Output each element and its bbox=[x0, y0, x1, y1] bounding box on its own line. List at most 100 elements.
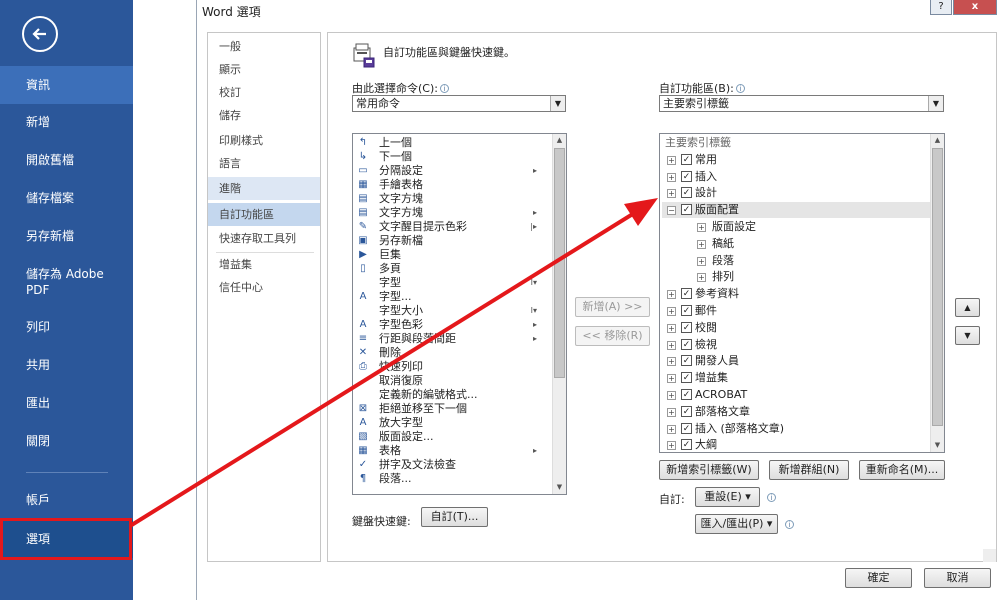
command-item[interactable]: ▤ 文字方塊 ▸ bbox=[355, 206, 551, 220]
command-item[interactable]: ▧ 版面設定... bbox=[355, 430, 551, 444]
help-button[interactable]: ? bbox=[930, 0, 952, 15]
ribbon-tree-item[interactable]: + ✓ 常用 bbox=[662, 152, 930, 168]
nav-item-general[interactable]: 一般 bbox=[208, 35, 320, 58]
nav-item-typography[interactable]: 印刷樣式 bbox=[208, 129, 320, 152]
backstage-item-open[interactable]: 開啟舊檔 bbox=[0, 152, 133, 168]
command-item[interactable]: ▤ 文字方塊 bbox=[355, 192, 551, 206]
command-item[interactable]: A 字型色彩 ▸ bbox=[355, 318, 551, 332]
ok-button[interactable]: 確定 bbox=[845, 568, 912, 588]
command-item[interactable]: ▯ 多頁 bbox=[355, 262, 551, 276]
expand-icon[interactable]: + bbox=[697, 273, 706, 283]
command-item[interactable]: ▦ 表格 ▸ bbox=[355, 444, 551, 458]
command-item[interactable]: 字型大小 I▾ bbox=[355, 304, 551, 318]
nav-item-display[interactable]: 顯示 bbox=[208, 58, 320, 81]
ribbon-tree-scrollbar[interactable]: ▲ ▼ bbox=[930, 134, 944, 452]
nav-item-save[interactable]: 儲存 bbox=[208, 104, 320, 127]
expand-icon[interactable]: + bbox=[667, 374, 676, 384]
back-button[interactable] bbox=[22, 16, 58, 52]
backstage-item-save-pdf[interactable]: 儲存為 Adobe PDF bbox=[0, 266, 120, 298]
expand-icon[interactable]: + bbox=[667, 441, 676, 451]
tab-checkbox[interactable]: ✓ bbox=[681, 355, 692, 367]
expand-icon[interactable]: + bbox=[667, 357, 676, 367]
tab-checkbox[interactable]: ✓ bbox=[681, 422, 692, 434]
scroll-up-icon[interactable]: ▲ bbox=[553, 134, 566, 147]
commands-listbox[interactable]: ▲ ▼ ↰ 上一個 ↳ 下一個 ▭ 分隔設定 ▸ ▦ 手繪表格 ▤ 文字方塊 ▤ 文字方塊 ▸ ✎ 文字醒目提… bbox=[352, 133, 567, 495]
scroll-down-icon[interactable]: ▼ bbox=[553, 481, 566, 494]
add-button[interactable]: 新增(A) >> bbox=[575, 297, 650, 317]
tab-checkbox[interactable]: ✓ bbox=[681, 372, 692, 384]
import-export-button[interactable]: 匯入/匯出(P) ▾ bbox=[695, 514, 778, 534]
command-item[interactable]: ↰ 上一個 bbox=[355, 136, 551, 150]
backstage-item-print[interactable]: 列印 bbox=[0, 319, 133, 335]
expand-icon[interactable]: + bbox=[667, 424, 676, 434]
new-tab-button[interactable]: 新增索引標籤(W) bbox=[659, 460, 759, 480]
expand-icon[interactable]: + bbox=[667, 155, 676, 165]
command-item[interactable]: ↳ 下一個 bbox=[355, 150, 551, 164]
expand-icon[interactable]: + bbox=[667, 340, 676, 350]
customize-ribbon-combo[interactable]: 主要索引標籤 ▼ bbox=[659, 95, 944, 112]
command-item[interactable]: ▦ 手繪表格 bbox=[355, 178, 551, 192]
command-item[interactable]: ≡ 行距與段落間距 ▸ bbox=[355, 332, 551, 346]
ribbon-tree-item[interactable]: + ✓ 參考資料 bbox=[662, 286, 930, 302]
command-item[interactable]: ✕ 刪除 bbox=[355, 346, 551, 360]
new-group-button[interactable]: 新增群組(N) bbox=[769, 460, 849, 480]
expand-icon[interactable]: + bbox=[667, 307, 676, 316]
ribbon-tree[interactable]: ▲ ▼ 主要索引標籤 + ✓ 常用 + ✓ 插入 + ✓ 設計 − ✓ 版面配置 + 版面設定 + 稿紙 + 段落 +… bbox=[659, 133, 945, 453]
ribbon-tree-item[interactable]: + ✓ 郵件 bbox=[662, 303, 930, 319]
remove-button[interactable]: << 移除(R) bbox=[575, 326, 650, 346]
tab-checkbox[interactable]: ✓ bbox=[681, 305, 692, 316]
ribbon-tree-item[interactable]: + ✓ 插入 (部落格文章) bbox=[662, 421, 930, 437]
scroll-thumb[interactable] bbox=[932, 148, 943, 426]
tab-checkbox[interactable]: ✓ bbox=[681, 170, 692, 182]
customize-shortcut-button[interactable]: 自訂(T)... bbox=[421, 507, 488, 527]
ribbon-tree-item[interactable]: + 稿紙 bbox=[662, 236, 930, 252]
expand-icon[interactable]: + bbox=[667, 407, 676, 417]
tab-checkbox[interactable]: ✓ bbox=[681, 321, 692, 333]
expand-icon[interactable]: + bbox=[667, 323, 676, 333]
scroll-up-icon[interactable]: ▲ bbox=[931, 134, 944, 147]
nav-item-trust-center[interactable]: 信任中心 bbox=[208, 276, 320, 299]
ribbon-tree-item[interactable]: + ✓ 部落格文章 bbox=[662, 404, 930, 420]
tab-checkbox[interactable]: ✓ bbox=[681, 288, 692, 300]
command-item[interactable]: ¶ 段落... bbox=[355, 472, 551, 486]
command-item[interactable]: 取消復原 bbox=[355, 374, 551, 388]
command-item[interactable]: ▣ 另存新檔 bbox=[355, 234, 551, 248]
nav-item-language[interactable]: 語言 bbox=[208, 152, 320, 175]
backstage-item-account[interactable]: 帳戶 bbox=[0, 492, 133, 508]
command-item[interactable]: 定義新的編號格式... bbox=[355, 388, 551, 402]
collapse-icon[interactable]: − bbox=[667, 206, 676, 216]
backstage-item-save-as[interactable]: 另存新檔 bbox=[0, 228, 133, 244]
backstage-item-info[interactable]: 資訊 bbox=[0, 66, 133, 104]
expand-icon[interactable]: + bbox=[667, 290, 676, 300]
backstage-item-share[interactable]: 共用 bbox=[0, 357, 133, 373]
tab-checkbox[interactable]: ✓ bbox=[681, 204, 692, 216]
expand-icon[interactable]: + bbox=[667, 391, 676, 400]
command-item[interactable]: 字型 I▾ bbox=[355, 276, 551, 290]
tab-checkbox[interactable]: ✓ bbox=[681, 153, 692, 165]
command-item[interactable]: A 字型... bbox=[355, 290, 551, 304]
nav-item-customize-ribbon[interactable]: 自訂功能區 bbox=[208, 203, 320, 226]
ribbon-tree-item[interactable]: + ✓ ACROBAT bbox=[662, 387, 930, 403]
backstage-item-close[interactable]: 關閉 bbox=[0, 433, 133, 449]
expand-icon[interactable]: + bbox=[667, 172, 676, 182]
command-item[interactable]: A 放大字型 bbox=[355, 416, 551, 430]
nav-item-advanced[interactable]: 進階 bbox=[208, 177, 320, 200]
ribbon-tree-item[interactable]: + ✓ 檢視 bbox=[662, 337, 930, 353]
expand-icon[interactable]: + bbox=[697, 239, 706, 249]
backstage-item-save[interactable]: 儲存檔案 bbox=[0, 190, 133, 206]
command-item[interactable]: ▶ 巨集 bbox=[355, 248, 551, 262]
ribbon-tree-item[interactable]: + 段落 bbox=[662, 253, 930, 269]
scroll-thumb[interactable] bbox=[554, 148, 565, 378]
tab-checkbox[interactable]: ✓ bbox=[681, 187, 692, 199]
backstage-item-export[interactable]: 匯出 bbox=[0, 395, 133, 411]
rename-button[interactable]: 重新命名(M)... bbox=[859, 460, 945, 480]
choose-commands-combo[interactable]: 常用命令 ▼ bbox=[352, 95, 566, 112]
tab-checkbox[interactable]: ✓ bbox=[681, 338, 692, 350]
nav-item-quick-access[interactable]: 快速存取工具列 bbox=[208, 227, 320, 250]
command-item[interactable]: ✎ 文字醒目提示色彩 |▸ bbox=[355, 220, 551, 234]
command-item[interactable]: ▭ 分隔設定 ▸ bbox=[355, 164, 551, 178]
cancel-button[interactable]: 取消 bbox=[924, 568, 991, 588]
command-item[interactable]: ✓ 拼字及文法檢查 bbox=[355, 458, 551, 472]
ribbon-tree-item[interactable]: + 排列 bbox=[662, 269, 930, 285]
ribbon-tree-item[interactable]: + 版面設定 bbox=[662, 219, 930, 235]
